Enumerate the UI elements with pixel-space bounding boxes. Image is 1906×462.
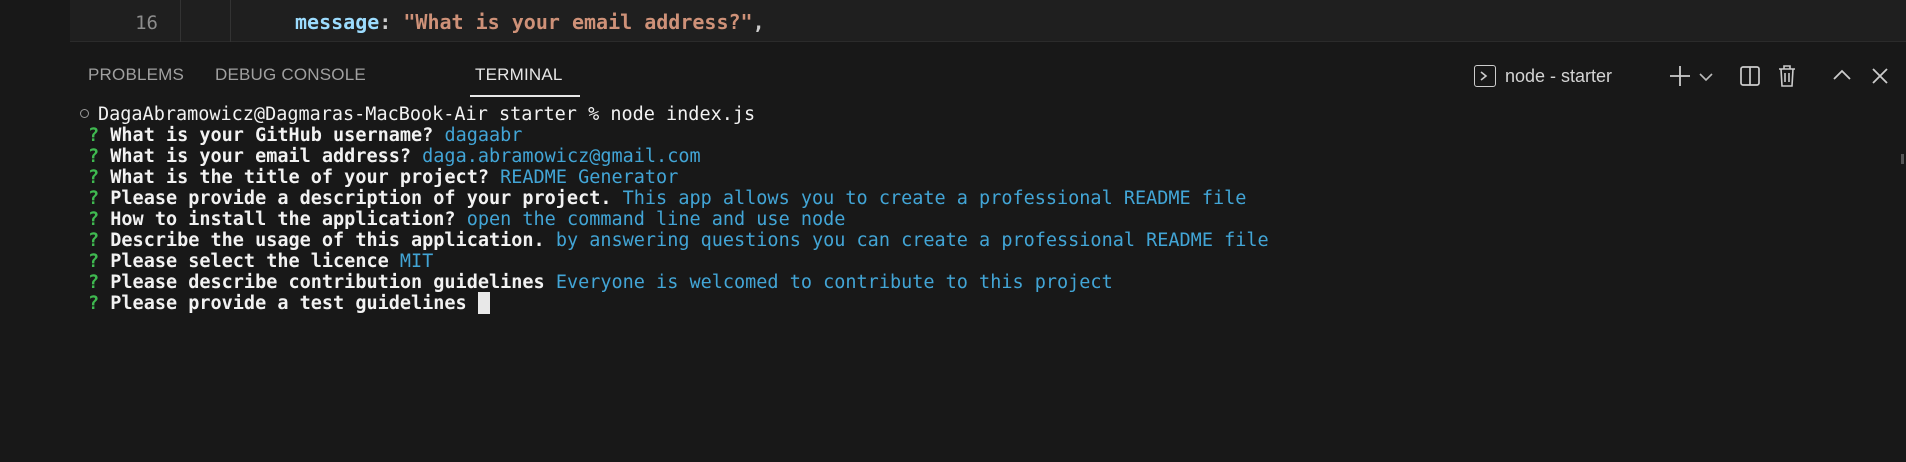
line-number: 16 [135, 12, 158, 34]
question-mark: ? [88, 230, 100, 251]
question-text: Please describe contribution guidelines [110, 272, 545, 293]
vscode-window: 16 message: "What is your email address?… [0, 0, 1906, 462]
question-mark: ? [88, 293, 100, 314]
terminal-output[interactable]: DagaAbramowicz@Dagmaras-MacBook-Air star… [70, 102, 1906, 462]
answer-text: README Generator [500, 167, 679, 188]
panel-tabbar: PROBLEMS DEBUG CONSOLE TERMINAL node - s… [70, 43, 1906, 101]
answer-text: by answering questions you can create a … [555, 230, 1269, 251]
code-line[interactable]: message: "What is your email address?", [295, 10, 765, 34]
question-mark: ? [88, 146, 100, 167]
question-text: What is your GitHub username? [110, 125, 434, 146]
answer-text: Everyone is welcomed to contribute to th… [555, 272, 1113, 293]
answer-text: MIT [399, 251, 434, 272]
indent-guide [230, 0, 231, 42]
tab-debug-console[interactable]: DEBUG CONSOLE [215, 65, 366, 85]
tab-terminal[interactable]: TERMINAL [475, 65, 563, 85]
question-text: Please select the licence [110, 251, 389, 272]
question-text: What is the title of your project? [110, 167, 489, 188]
chevron-up-icon[interactable] [1827, 61, 1857, 91]
gutter-divider [180, 0, 181, 42]
close-icon[interactable] [1865, 61, 1895, 91]
question-mark: ? [88, 209, 100, 230]
question-mark: ? [88, 272, 100, 293]
question-mark: ? [88, 167, 100, 188]
code-key: message [295, 10, 380, 34]
question-mark: ? [88, 251, 100, 272]
scrollbar[interactable] [1901, 154, 1904, 164]
plus-icon[interactable] [1665, 61, 1695, 91]
question-text: Please provide a test guidelines [110, 293, 467, 314]
activity-bar-strip [0, 0, 70, 462]
question-text: What is your email address? [110, 146, 412, 167]
prompt-command: DagaAbramowicz@Dagmaras-MacBook-Air star… [98, 104, 756, 125]
tab-problems[interactable]: PROBLEMS [88, 65, 184, 85]
chevron-down-icon[interactable] [1697, 61, 1715, 91]
code-comma: , [752, 10, 765, 34]
question-text: Please provide a description of your pro… [110, 188, 612, 209]
active-tab-indicator [470, 95, 580, 97]
answer-text: dagaabr [444, 125, 523, 146]
answer-text: open the command line and use node [466, 209, 846, 230]
qa-line: ? Please provide a test guidelines [88, 291, 490, 317]
trash-icon[interactable] [1772, 61, 1802, 91]
answer-text: daga.abramowicz@gmail.com [422, 146, 701, 167]
bottom-panel: PROBLEMS DEBUG CONSOLE TERMINAL node - s… [70, 43, 1906, 462]
code-string: "What is your email address?" [403, 10, 753, 34]
terminal-selector[interactable]: node - starter [1474, 61, 1612, 91]
editor-area[interactable]: 16 message: "What is your email address?… [70, 0, 1906, 42]
question-mark: ? [88, 125, 100, 146]
command-status-icon [80, 109, 89, 118]
question-text: Describe the usage of this application. [110, 230, 545, 251]
code-colon: : [379, 10, 404, 34]
question-text: How to install the application? [110, 209, 456, 230]
terminal-name: node - starter [1505, 65, 1613, 86]
answer-text: This app allows you to create a professi… [622, 188, 1247, 209]
terminal-icon [1474, 65, 1496, 87]
question-mark: ? [88, 188, 100, 209]
terminal-cursor[interactable] [477, 292, 490, 314]
split-icon[interactable] [1735, 61, 1765, 91]
